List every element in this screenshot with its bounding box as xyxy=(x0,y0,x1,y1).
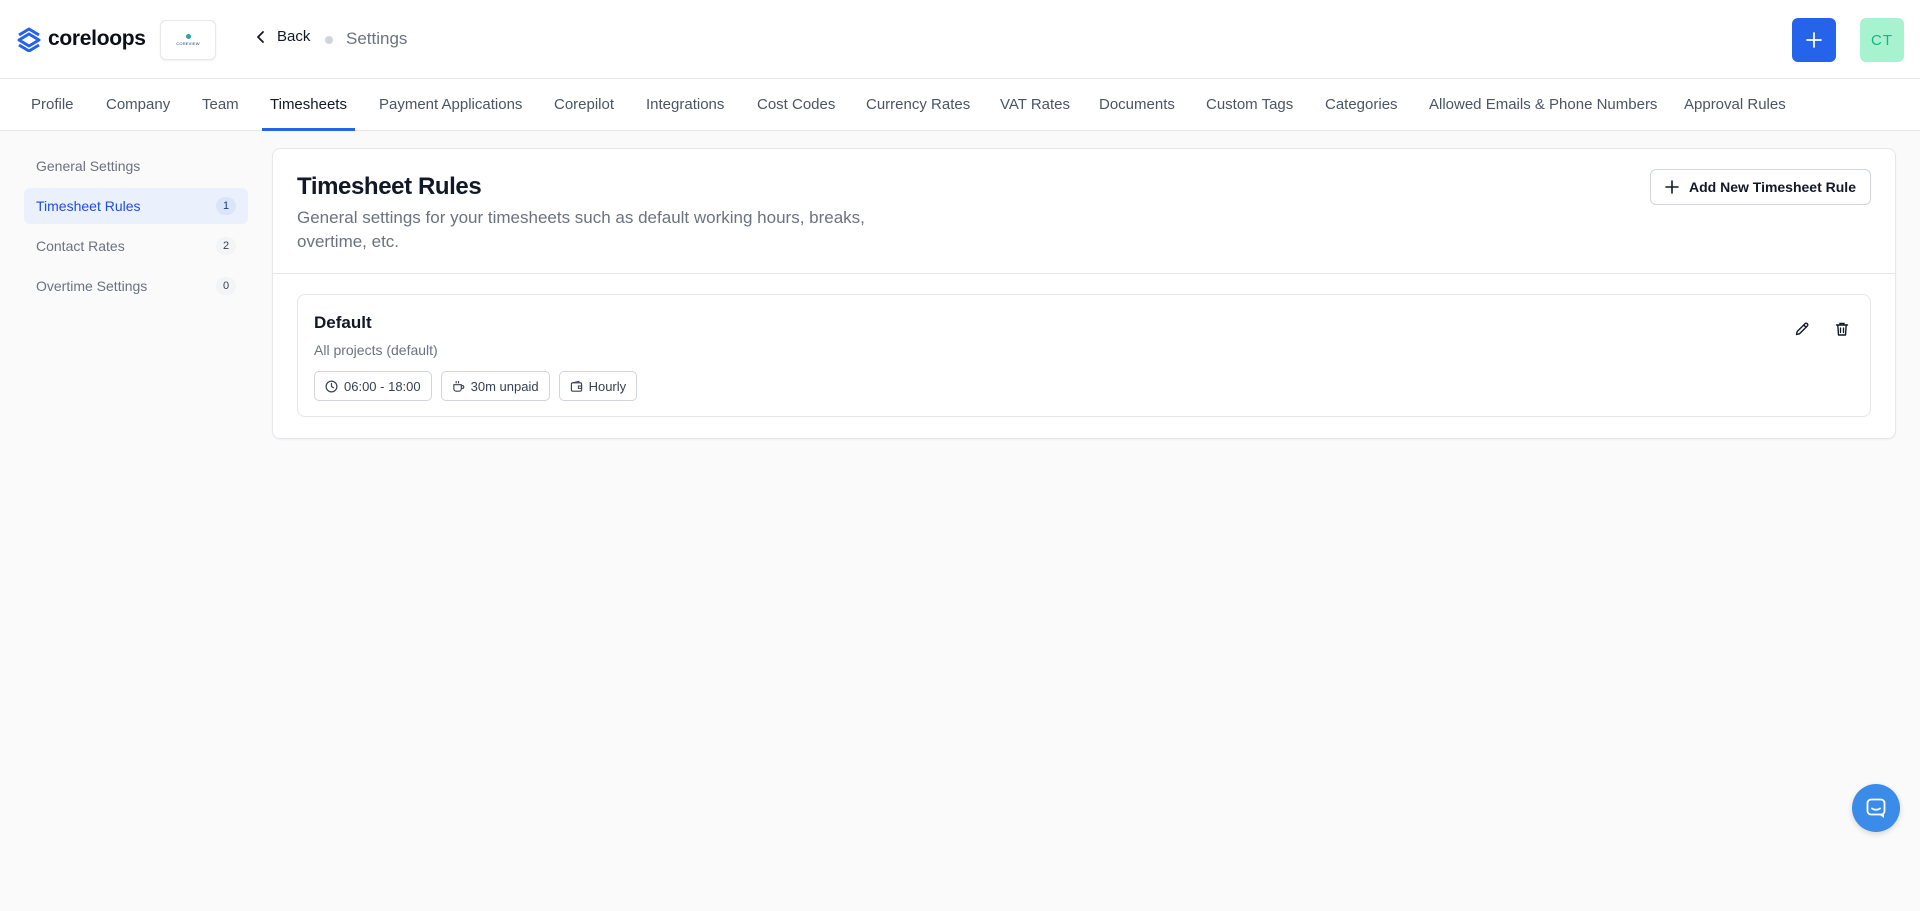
pay-type-chip: Hourly xyxy=(558,371,638,401)
coreloops-logo-icon xyxy=(17,27,41,52)
wallet-icon xyxy=(570,380,582,392)
timesheet-rules-card: Timesheet Rules General settings for you… xyxy=(272,148,1896,439)
count-badge: 2 xyxy=(216,237,236,255)
coffee-icon xyxy=(452,380,464,392)
page-title: Timesheet Rules xyxy=(297,173,482,200)
sidebar-item-general-settings[interactable]: General Settings xyxy=(24,148,248,184)
plus-icon xyxy=(1806,32,1822,48)
tab-documents[interactable]: Documents xyxy=(1099,79,1175,131)
active-tab-indicator xyxy=(262,128,355,131)
org-logo-text: COREVIEW xyxy=(176,41,200,46)
chip-label: Hourly xyxy=(588,378,627,394)
brand-name: coreloops xyxy=(48,27,146,50)
rule-actions xyxy=(1792,319,1852,339)
tab-corepilot[interactable]: Corepilot xyxy=(554,79,614,131)
count-badge: 0 xyxy=(216,277,236,295)
settings-tabs: Profile Company Team Timesheets Payment … xyxy=(0,79,1920,131)
tab-vat-rates[interactable]: VAT Rates xyxy=(1000,79,1070,131)
add-button-label: Add New Timesheet Rule xyxy=(1688,179,1856,195)
clock-icon xyxy=(325,380,338,392)
support-chat-button[interactable] xyxy=(1852,784,1900,832)
chevron-left-icon xyxy=(257,30,264,43)
breadcrumb-separator xyxy=(325,36,333,44)
create-button[interactable] xyxy=(1792,18,1836,62)
sidebar-item-label: General Settings xyxy=(36,158,141,174)
sidebar-item-label: Timesheet Rules xyxy=(36,198,141,214)
tab-currency-rates[interactable]: Currency Rates xyxy=(866,79,970,131)
tab-profile[interactable]: Profile xyxy=(31,79,74,131)
chat-icon xyxy=(1866,798,1886,818)
chip-label: 30m unpaid xyxy=(470,378,539,394)
tab-company[interactable]: Company xyxy=(106,79,170,131)
pencil-icon xyxy=(1795,322,1809,336)
tab-timesheets[interactable]: Timesheets xyxy=(270,79,347,131)
user-avatar[interactable]: CT xyxy=(1860,18,1904,62)
tab-custom-tags[interactable]: Custom Tags xyxy=(1206,79,1293,131)
sidebar-item-label: Contact Rates xyxy=(36,238,125,254)
rule-chips: 06:00 - 18:00 30m unpaid Hourly xyxy=(314,371,638,401)
trash-icon xyxy=(1835,322,1849,336)
top-header: coreloops COREVIEW Back Settings CT xyxy=(0,0,1920,79)
divider xyxy=(273,273,1895,274)
sidebar-item-contact-rates[interactable]: Contact Rates 2 xyxy=(24,228,248,264)
tab-approval-rules[interactable]: Approval Rules xyxy=(1684,79,1786,131)
count-badge: 1 xyxy=(216,197,236,215)
chip-label: 06:00 - 18:00 xyxy=(344,378,421,394)
rule-name: Default xyxy=(314,313,372,332)
timesheet-rule-item[interactable]: Default All projects (default) 06:00 - 1… xyxy=(297,294,1871,417)
tab-integrations[interactable]: Integrations xyxy=(646,79,724,131)
org-logo-mark-icon xyxy=(185,34,191,39)
brand-logo[interactable]: coreloops xyxy=(16,26,146,52)
tab-allowed-emails-phone[interactable]: Allowed Emails & Phone Numbers xyxy=(1429,79,1657,131)
add-timesheet-rule-button[interactable]: Add New Timesheet Rule xyxy=(1649,169,1871,205)
tab-payment-applications[interactable]: Payment Applications xyxy=(379,79,522,131)
edit-rule-button[interactable] xyxy=(1792,319,1812,339)
back-button[interactable]: Back xyxy=(255,28,310,45)
plus-icon xyxy=(1665,180,1679,194)
page-description: General settings for your timesheets suc… xyxy=(297,208,865,251)
delete-rule-button[interactable] xyxy=(1832,319,1852,339)
sidebar-item-label: Overtime Settings xyxy=(36,278,148,294)
page-breadcrumb: Settings xyxy=(346,29,408,48)
break-chip: 30m unpaid xyxy=(440,371,550,401)
tab-categories[interactable]: Categories xyxy=(1325,79,1398,131)
working-hours-chip: 06:00 - 18:00 xyxy=(314,371,432,401)
tab-cost-codes[interactable]: Cost Codes xyxy=(757,79,835,131)
sidebar-item-timesheet-rules[interactable]: Timesheet Rules 1 xyxy=(24,188,248,224)
sidebar-item-overtime-settings[interactable]: Overtime Settings 0 xyxy=(24,268,248,304)
tab-team[interactable]: Team xyxy=(202,79,239,131)
rule-scope: All projects (default) xyxy=(314,342,438,358)
back-label: Back xyxy=(277,28,311,45)
org-logo[interactable]: COREVIEW xyxy=(160,20,216,60)
